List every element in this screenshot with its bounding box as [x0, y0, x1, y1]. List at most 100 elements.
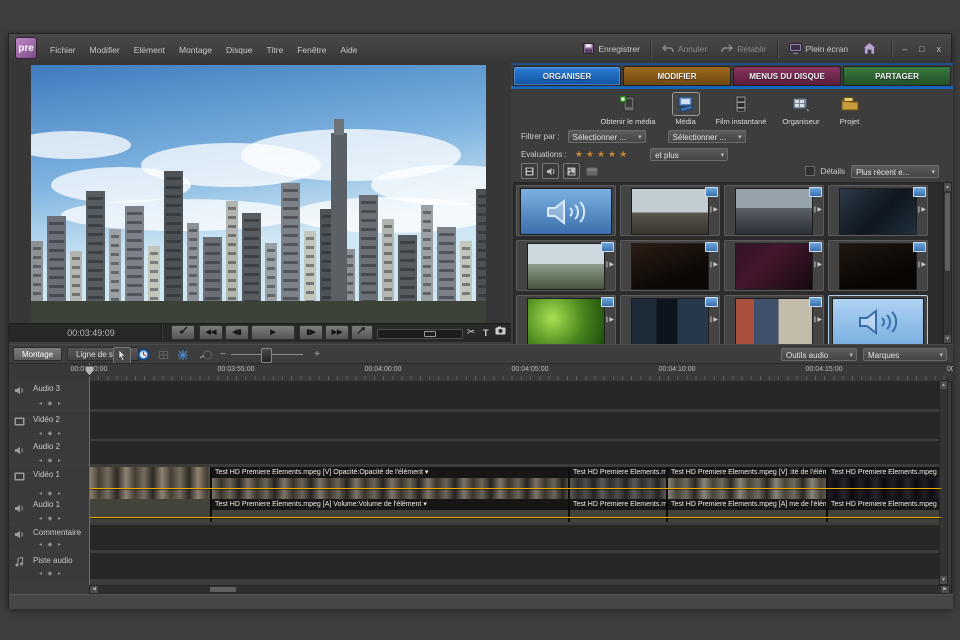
- tab-menus-du-disque[interactable]: MENUS DU DISQUE: [733, 66, 841, 86]
- frame-forward-button[interactable]: ▮▶: [299, 325, 323, 340]
- playhead-handle[interactable]: [84, 364, 95, 382]
- shuttle-slider[interactable]: [377, 329, 463, 339]
- tab-organiser[interactable]: ORGANISER: [513, 66, 621, 86]
- media-item-11[interactable]: ❙▶: [724, 295, 824, 346]
- play-button[interactable]: ▶: [251, 325, 295, 340]
- tab-partager[interactable]: PARTAGER: [843, 66, 951, 86]
- save-button[interactable]: Enregistrer: [576, 39, 647, 59]
- redo-button[interactable]: Rétablir: [714, 39, 773, 59]
- scroll-up-arrow[interactable]: ▲: [940, 381, 947, 389]
- properties-tool[interactable]: [155, 347, 171, 362]
- zoom-slider[interactable]: [231, 351, 303, 358]
- media-item-3[interactable]: ❙▶: [724, 185, 824, 236]
- track-lane-vidéo-2[interactable]: [89, 412, 941, 439]
- markers-select[interactable]: Marques▾: [863, 348, 947, 361]
- scroll-left-arrow[interactable]: ◀: [90, 586, 98, 593]
- audio-clip-3[interactable]: Test HD Premiere Elements.mpe: [569, 499, 667, 522]
- tool-instant-movie[interactable]: Film instantané: [716, 91, 767, 127]
- freeze-frame-icon[interactable]: [495, 326, 506, 340]
- scroll-thumb[interactable]: [945, 193, 950, 271]
- track-lane-audio-2[interactable]: [89, 441, 941, 464]
- film-icon[interactable]: [13, 471, 25, 481]
- media-grid-scrollbar[interactable]: ▲ ▼: [943, 182, 952, 344]
- media-item-5[interactable]: ❙▶: [516, 240, 616, 291]
- split-clip-icon[interactable]: ✂: [467, 326, 475, 340]
- track-lane-audio-1[interactable]: Test HD Premiere Elements.mpeg [A] Volum…: [89, 499, 941, 522]
- view-button-montage[interactable]: Montage: [13, 347, 62, 361]
- zoom-slider-thumb[interactable]: [261, 348, 272, 363]
- close-button[interactable]: x: [931, 44, 948, 54]
- fast-forward-button[interactable]: ▶▶: [325, 325, 349, 340]
- film-icon[interactable]: [13, 416, 25, 426]
- track-trim-controls[interactable]: ◂ ◆ ▸: [39, 515, 63, 522]
- video-clip-3[interactable]: Test HD Premiere Elements.mpe: [569, 467, 667, 499]
- go-end-button[interactable]: [351, 325, 373, 340]
- rewind-button[interactable]: ◀◀: [199, 325, 223, 340]
- menu-fenêtre[interactable]: Fenêtre: [290, 36, 333, 65]
- filter-photo-button[interactable]: [563, 163, 580, 179]
- media-item-12[interactable]: [828, 295, 928, 346]
- sort-select[interactable]: Plus récent e...▾: [851, 165, 939, 178]
- ratings-mode-select[interactable]: et plus▾: [650, 148, 728, 161]
- maximize-button[interactable]: □: [913, 44, 930, 54]
- media-item-2[interactable]: ❙▶: [620, 185, 720, 236]
- track-trim-controls[interactable]: ◂ ◆ ▸: [39, 430, 63, 437]
- track-lane-vidéo-1[interactable]: Test HD Premiere Elements.mpeg [V] Opaci…: [89, 467, 941, 499]
- track-trim-controls[interactable]: ◂ ◆ ▸: [39, 490, 63, 497]
- media-item-8[interactable]: ❙▶: [828, 240, 928, 291]
- note-icon[interactable]: [13, 557, 25, 567]
- frame-back-button[interactable]: ◀▮: [225, 325, 249, 340]
- timeline-hscrollbar[interactable]: ◀ ▶: [89, 585, 950, 594]
- scroll-thumb[interactable]: [210, 587, 236, 592]
- menu-aide[interactable]: Aide: [333, 36, 364, 65]
- filter-audio-button[interactable]: [542, 163, 559, 179]
- audio-clip-1[interactable]: [89, 499, 211, 522]
- tool-media[interactable]: Média: [672, 91, 700, 127]
- tool-get-media[interactable]: Obtenir le média: [601, 91, 656, 127]
- menu-elément[interactable]: Elément: [127, 36, 172, 65]
- track-trim-controls[interactable]: ◂ ◆ ▸: [39, 457, 63, 464]
- minimize-button[interactable]: –: [896, 44, 913, 54]
- speaker-icon[interactable]: [13, 503, 25, 513]
- filter-select-2[interactable]: Sélectionner ...▾: [668, 130, 746, 143]
- selection-tool[interactable]: [113, 347, 131, 364]
- scroll-right-arrow[interactable]: ▶: [941, 586, 949, 593]
- video-clip-4[interactable]: Test HD Premiere Elements.mpeg [V] :ité …: [667, 467, 827, 499]
- media-item-9[interactable]: ❙▶: [516, 295, 616, 346]
- media-item-10[interactable]: ❙▶: [620, 295, 720, 346]
- playhead-line[interactable]: [89, 363, 90, 585]
- video-preview[interactable]: [31, 65, 486, 323]
- zoom-out-button[interactable]: −: [215, 347, 231, 362]
- track-trim-controls[interactable]: ◂ ◆ ▸: [39, 400, 63, 407]
- media-item-1[interactable]: [516, 185, 616, 236]
- tracks-scrollbar[interactable]: ▲ ▼: [939, 380, 948, 585]
- scroll-down-arrow[interactable]: ▼: [940, 576, 947, 584]
- filter-project-button[interactable]: [584, 164, 599, 178]
- track-lane-commentaire[interactable]: [89, 525, 941, 550]
- menu-fichier[interactable]: Fichier: [43, 36, 83, 65]
- filter-video-button[interactable]: [521, 163, 538, 179]
- rubber-band[interactable]: [89, 517, 941, 518]
- tool-project[interactable]: Projet: [836, 91, 864, 127]
- go-start-button[interactable]: [171, 325, 195, 340]
- fullscreen-button[interactable]: Plein écran: [782, 39, 856, 59]
- tool-organizer[interactable]: Organiseur: [782, 91, 819, 127]
- media-item-4[interactable]: ❙▶: [828, 185, 928, 236]
- tab-modifier[interactable]: MODIFIER: [623, 66, 731, 86]
- add-text-icon[interactable]: T: [483, 326, 489, 340]
- audio-clip-5[interactable]: Test HD Premiere Elements.mpeg [A] ne:V: [827, 499, 941, 522]
- home-button[interactable]: [855, 39, 888, 59]
- speaker-icon[interactable]: [13, 445, 25, 455]
- smart-trim-tool[interactable]: [175, 347, 191, 362]
- track-lane-audio-3[interactable]: [89, 381, 941, 409]
- media-item-7[interactable]: ❙▶: [724, 240, 824, 291]
- video-clip-5[interactable]: Test HD Premiere Elements.mpeg [V] té:O: [827, 467, 941, 499]
- scroll-down-arrow[interactable]: ▼: [944, 335, 951, 343]
- audio-tools-select[interactable]: Outils audio▾: [781, 348, 857, 361]
- marker-tool[interactable]: [197, 347, 213, 362]
- video-clip-1[interactable]: [89, 467, 211, 499]
- menu-montage[interactable]: Montage: [172, 36, 219, 65]
- speaker-icon[interactable]: [13, 385, 25, 395]
- details-checkbox[interactable]: [805, 166, 815, 176]
- media-item-6[interactable]: ❙▶: [620, 240, 720, 291]
